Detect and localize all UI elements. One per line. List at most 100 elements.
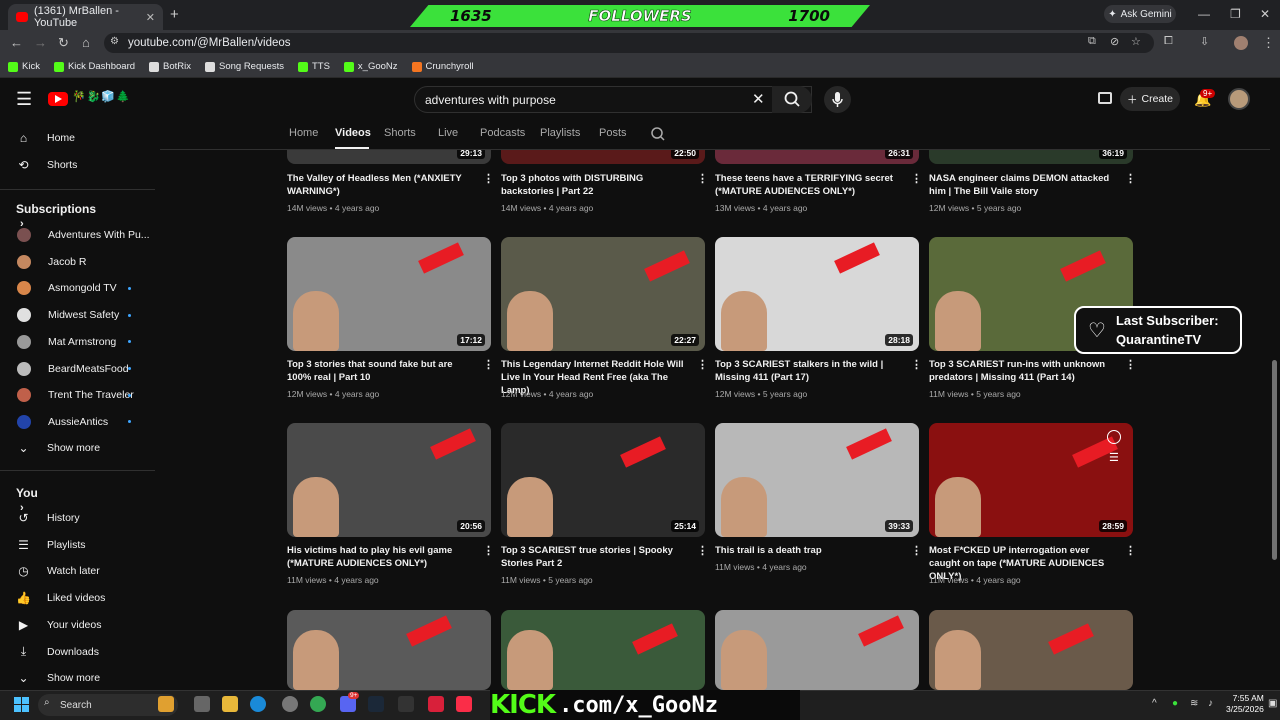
youtube-logo-icon[interactable] (48, 92, 68, 106)
volume-icon[interactable]: ♪ (1208, 698, 1213, 709)
video-thumbnail[interactable] (929, 610, 1133, 690)
tray-mic-icon[interactable]: ● (1172, 698, 1178, 709)
maximize-icon[interactable]: ❐ (1230, 7, 1241, 21)
sidebar-item[interactable]: ☰ Playlists (0, 532, 155, 558)
tray-chevron-icon[interactable]: ^ (1152, 698, 1157, 709)
eye-off-icon[interactable]: ⊘ (1110, 35, 1119, 48)
voice-search-button[interactable] (824, 86, 851, 113)
video-options-icon[interactable]: ⋮ (483, 358, 494, 371)
video-thumbnail[interactable]: 28:18 (715, 237, 919, 351)
video-title[interactable]: The Valley of Headless Men (*ANXIETY WAR… (287, 172, 477, 198)
forward-icon[interactable]: → (34, 35, 47, 50)
video-title[interactable]: This trail is a death trap (715, 544, 905, 557)
ask-gemini-button[interactable]: ✦ Ask Gemini (1104, 5, 1176, 23)
video-options-icon[interactable]: ⋮ (697, 358, 708, 371)
browser-menu-icon[interactable]: ⋮ (1262, 35, 1275, 51)
video-options-icon[interactable]: ⋮ (483, 544, 494, 557)
sidebar-item[interactable]: Mat Armstrong (0, 329, 155, 355)
sidebar-item[interactable]: ⟲ Shorts (0, 152, 155, 178)
taskbar-clock[interactable]: 7:55 AM 3/25/2026 (1226, 693, 1264, 715)
file-explorer-icon[interactable] (222, 696, 238, 712)
sidebar-item[interactable]: Midwest Safety (0, 302, 155, 328)
video-thumbnail[interactable] (501, 610, 705, 690)
video-thumbnail[interactable]: 17:12 (287, 237, 491, 351)
video-title[interactable]: Top 3 SCARIEST true stories | Spooky Sto… (501, 544, 691, 570)
video-title[interactable]: Top 3 SCARIEST run-ins with unknown pred… (929, 358, 1119, 384)
video-title[interactable]: Top 3 photos with DISTURBING backstories… (501, 172, 691, 198)
sidebar-item[interactable]: Asmongold TV (0, 275, 155, 301)
url-bar[interactable]: youtube.com/@MrBallen/videos (104, 33, 1154, 53)
new-tab-button[interactable]: + (170, 6, 179, 23)
sidebar-item[interactable]: ↺ History (0, 505, 155, 531)
steam-icon[interactable] (368, 696, 384, 712)
bookmark-star-icon[interactable]: ☆ (1131, 35, 1141, 48)
music-icon[interactable] (456, 696, 472, 712)
video-options-icon[interactable]: ⋮ (1125, 172, 1136, 185)
minimize-icon[interactable]: — (1198, 7, 1210, 21)
sidebar-item[interactable]: ⌄ Show more (0, 435, 155, 461)
sidebar-item[interactable]: ▶ Your videos (0, 612, 155, 638)
sidebar-item[interactable]: ⌂ Home (0, 125, 155, 151)
tab-playlists[interactable]: Playlists (540, 127, 580, 139)
video-options-icon[interactable]: ⋮ (483, 172, 494, 185)
sidebar-item[interactable]: ⤓ Downloads (0, 639, 155, 665)
sidebar-item[interactable]: Trent The Traveler (0, 382, 155, 408)
tab-live[interactable]: Live (438, 127, 458, 139)
tab-videos[interactable]: Videos (335, 127, 371, 139)
extensions-icon[interactable]: ⧠ (1164, 35, 1173, 48)
video-thumbnail[interactable] (715, 610, 919, 690)
close-window-icon[interactable]: ✕ (1260, 7, 1270, 21)
obs-icon[interactable] (282, 696, 298, 712)
video-options-icon[interactable]: ⋮ (697, 172, 708, 185)
video-thumbnail[interactable]: 20:56 (287, 423, 491, 537)
sidebar-item[interactable]: 👍 Liked videos (0, 585, 155, 611)
wifi-icon[interactable]: ≋ (1190, 698, 1198, 709)
edge-icon[interactable] (250, 696, 266, 712)
taskbar-widget-icon[interactable] (158, 696, 174, 712)
task-view-icon[interactable] (194, 696, 210, 712)
video-title[interactable]: His victims had to play his evil game (*… (287, 544, 477, 570)
app-red-icon[interactable] (428, 696, 444, 712)
site-info-icon[interactable]: ⚙ (110, 36, 119, 47)
bookmark-item[interactable]: Song Requests (205, 61, 284, 72)
search-button[interactable] (772, 86, 812, 113)
clear-search-icon[interactable]: ✕ (752, 90, 765, 108)
page-scrollbar[interactable] (1272, 360, 1277, 560)
bookmark-item[interactable]: Kick Dashboard (53, 61, 135, 72)
video-thumbnail[interactable]: 39:33 (715, 423, 919, 537)
chrome-icon[interactable] (310, 696, 326, 712)
video-options-icon[interactable]: ⋮ (697, 544, 708, 557)
video-options-icon[interactable]: ⋮ (911, 358, 922, 371)
video-options-icon[interactable]: ⋮ (911, 172, 922, 185)
video-thumbnail[interactable] (287, 610, 491, 690)
video-thumbnail[interactable]: 25:14 (501, 423, 705, 537)
taskbar-search-input[interactable]: Search (38, 694, 178, 716)
bookmark-item[interactable]: Crunchyroll (411, 61, 474, 72)
reload-icon[interactable]: ↻ (58, 35, 69, 51)
video-title[interactable]: Top 3 stories that sound fake but are 10… (287, 358, 477, 384)
notification-center-icon[interactable]: ▣ (1268, 698, 1277, 709)
tab-shorts[interactable]: Shorts (384, 127, 416, 139)
account-avatar[interactable] (1228, 88, 1250, 110)
cast-icon[interactable] (1098, 92, 1112, 104)
video-title[interactable]: Top 3 SCARIEST stalkers in the wild | Mi… (715, 358, 905, 384)
tab-podcasts[interactable]: Podcasts (480, 127, 525, 139)
create-button[interactable]: ＋ Create (1120, 87, 1180, 111)
bookmark-item[interactable]: Kick (8, 61, 40, 72)
sidebar-item[interactable]: ◷ Watch later (0, 558, 155, 584)
tab-home[interactable]: Home (289, 127, 318, 139)
sidebar-item[interactable]: AussieAntics (0, 409, 155, 435)
profile-avatar[interactable] (1234, 36, 1248, 50)
sidebar-item[interactable]: ⌄ Show more (0, 665, 155, 691)
sidebar-item[interactable]: Jacob R (0, 249, 155, 275)
video-options-icon[interactable]: ⋮ (1125, 544, 1136, 557)
downloads-browser-icon[interactable]: ⇩ (1200, 35, 1209, 48)
video-thumbnail[interactable]: 22:27 (501, 237, 705, 351)
windows-start-icon[interactable] (14, 697, 30, 713)
youtube-doodle-logo[interactable]: 🎋🐉🧊🌲 (72, 90, 131, 103)
channel-search-icon[interactable] (650, 126, 666, 147)
bookmark-item[interactable]: BotRix (149, 61, 191, 72)
tab-posts[interactable]: Posts (599, 127, 627, 139)
sidebar-item[interactable]: Adventures With Pu... (0, 222, 155, 248)
sidebar-item[interactable]: BeardMeatsFood (0, 356, 155, 382)
